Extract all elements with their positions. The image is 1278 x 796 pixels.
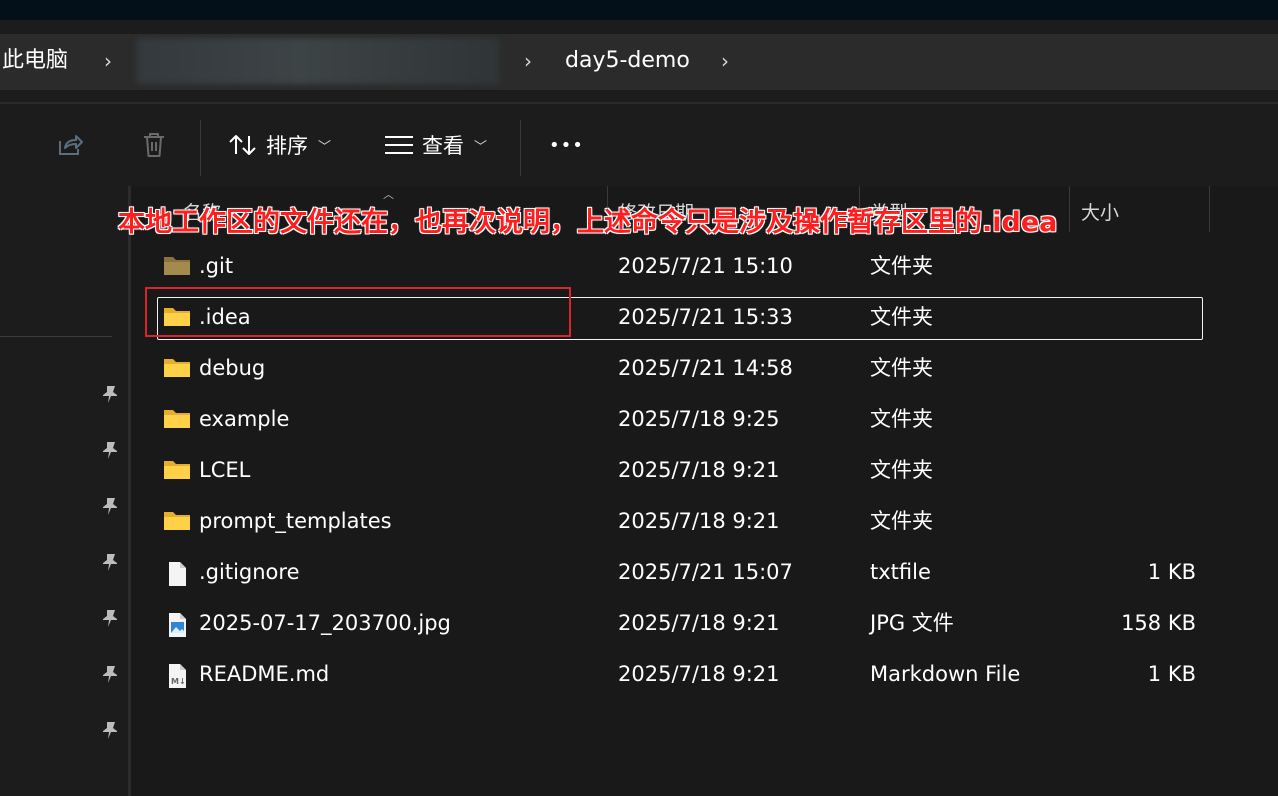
- file-modified: 2025/7/21 15:10: [618, 254, 793, 278]
- pin-icon[interactable]: [100, 440, 120, 460]
- file-type: 文件夹: [870, 356, 933, 380]
- column-resize-handle[interactable]: [1209, 186, 1210, 232]
- breadcrumb-day5-demo[interactable]: day5-demo: [565, 34, 690, 90]
- file-modified: 2025/7/18 9:21: [618, 458, 780, 482]
- file-name: .gitignore: [199, 560, 300, 584]
- file-row[interactable]: example 2025/7/18 9:25 文件夹: [131, 399, 1278, 450]
- file-row[interactable]: 2025-07-17_203700.jpg 2025/7/18 9:21 JPG 文…: [131, 603, 1278, 654]
- image-file-icon: [163, 612, 193, 637]
- text-file-icon: [163, 561, 193, 586]
- view-label: 查看: [422, 134, 464, 158]
- breadcrumb-this-pc[interactable]: 此电脑: [2, 34, 68, 90]
- file-name: LCEL: [199, 458, 251, 482]
- more-options-button[interactable]: •••: [549, 122, 584, 168]
- file-row[interactable]: prompt_templates 2025/7/18 9:21 文件夹: [131, 501, 1278, 552]
- folder-icon: [163, 459, 193, 483]
- address-breadcrumb[interactable]: 此电脑 › › day5-demo ›: [0, 34, 1278, 90]
- file-name: .git: [199, 254, 234, 278]
- file-row[interactable]: debug 2025/7/21 14:58 文件夹: [131, 348, 1278, 399]
- column-resize-handle[interactable]: [1069, 186, 1070, 232]
- folder-icon: [163, 408, 193, 432]
- file-name: prompt_templates: [199, 509, 392, 533]
- file-modified: 2025/7/18 9:21: [618, 509, 780, 533]
- view-icon: [385, 136, 413, 154]
- breadcrumb-separator[interactable]: ›: [524, 34, 532, 90]
- file-size: 158 KB: [1121, 611, 1196, 635]
- chevron-down-icon: ﹀: [474, 139, 488, 155]
- folder-icon: [163, 510, 193, 534]
- file-modified: 2025/7/18 9:25: [618, 407, 780, 431]
- annotation-text: 本地工作区的文件还在，也再次说明，上述命令只是涉及操作暂存区里的.idea: [118, 207, 1058, 238]
- file-modified: 2025/7/21 14:58: [618, 356, 793, 380]
- file-modified: 2025/7/18 9:21: [618, 662, 780, 686]
- file-modified: 2025/7/21 15:07: [618, 560, 793, 584]
- navigation-pane[interactable]: [0, 186, 128, 796]
- sort-button[interactable]: 排序 ﹀: [228, 122, 331, 168]
- column-header-size[interactable]: 大小: [1081, 198, 1119, 225]
- pin-icon[interactable]: [100, 608, 120, 628]
- file-type: 文件夹: [870, 509, 933, 533]
- file-type: 文件夹: [870, 305, 933, 329]
- highlight-box: [145, 287, 571, 337]
- file-modified: 2025/7/21 15:33: [618, 305, 793, 329]
- file-row[interactable]: LCEL 2025/7/18 9:21 文件夹: [131, 450, 1278, 501]
- view-button[interactable]: 查看 ﹀: [384, 122, 487, 168]
- breadcrumb-separator[interactable]: ›: [721, 34, 729, 90]
- chevron-down-icon: ﹀: [318, 139, 332, 155]
- file-modified: 2025/7/18 9:21: [618, 611, 780, 635]
- delete-icon[interactable]: [134, 104, 174, 186]
- file-type: 文件夹: [870, 458, 933, 482]
- nav-divider: [0, 336, 112, 337]
- folder-icon: [163, 255, 193, 279]
- file-name: example: [199, 407, 290, 431]
- pin-icon[interactable]: [100, 720, 120, 740]
- file-type: JPG 文件: [870, 611, 954, 635]
- share-icon[interactable]: [50, 104, 90, 186]
- markdown-file-icon: M↓: [163, 663, 193, 688]
- breadcrumb-blurred-path[interactable]: [136, 38, 500, 84]
- folder-icon: [163, 357, 193, 381]
- sort-label: 排序: [266, 134, 308, 158]
- pin-icon[interactable]: [100, 384, 120, 404]
- file-type: 文件夹: [870, 407, 933, 431]
- file-type: txtfile: [870, 560, 931, 584]
- breadcrumb-separator[interactable]: ›: [104, 34, 112, 90]
- address-bar-area: 此电脑 › › day5-demo ›: [0, 20, 1278, 102]
- sort-icon: [229, 135, 256, 155]
- pin-icon[interactable]: [100, 664, 120, 684]
- toolbar-separator: [520, 120, 521, 176]
- file-type: 文件夹: [870, 254, 933, 278]
- svg-text:M↓: M↓: [171, 677, 186, 686]
- window-title-bar: [0, 0, 1278, 20]
- file-type: Markdown File: [870, 662, 1021, 686]
- file-size: 1 KB: [1147, 560, 1196, 584]
- file-name: 2025-07-17_203700.jpg: [199, 611, 451, 635]
- file-row[interactable]: .gitignore 2025/7/21 15:07 txtfile 1 KB: [131, 552, 1278, 603]
- pin-icon[interactable]: [100, 496, 120, 516]
- file-size: 1 KB: [1147, 662, 1196, 686]
- file-name: debug: [199, 356, 266, 380]
- file-row[interactable]: M↓ README.md 2025/7/18 9:21 Markdown File 1 …: [131, 654, 1278, 705]
- toolbar-separator: [200, 120, 201, 176]
- command-bar: 排序 ﹀ 查看 ﹀ •••: [0, 104, 1278, 186]
- file-name: README.md: [199, 662, 330, 686]
- pin-icon[interactable]: [100, 552, 120, 572]
